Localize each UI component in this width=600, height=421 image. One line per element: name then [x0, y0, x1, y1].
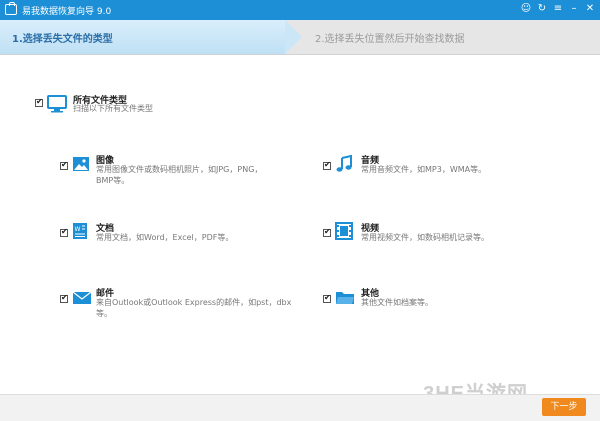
image-checkbox[interactable] [60, 160, 68, 170]
window-title: 易我数据恢复向导 9.0 [22, 7, 112, 17]
title-bar: 易我数据恢复向导 9.0 ☺ ↻ ≡ – ✕ [0, 0, 600, 20]
bottom-bar: 下一步 [0, 394, 600, 421]
step-1-label: 1.选择丢失文件的类型 [12, 34, 113, 45]
document-desc: 常用文档，如Word，Excel，PDF等。 [96, 233, 234, 242]
mail-desc-line1: 来自Outlook或Outlook Express的邮件，如pst，dbx [96, 298, 292, 307]
audio-desc: 常用音频文件，如MP3，WMA等。 [361, 165, 487, 174]
image-desc: 常用图像文件或数码相机照片，如JPG，PNG， BMP等。 [96, 164, 262, 186]
audio-checkbox[interactable] [323, 160, 331, 170]
step-1: 1.选择丢失文件的类型 [0, 20, 285, 54]
file-type-panel: 所有文件类型 扫描以下所有文件类型 图像 常用图像文件或数码相机照片，如JPG，… [0, 55, 600, 395]
envelope-icon [72, 291, 92, 304]
step-arrow [285, 20, 302, 54]
next-button[interactable]: 下一步 [542, 398, 586, 416]
film-icon [335, 222, 353, 240]
video-desc: 常用视频文件，如数码相机记录等。 [361, 233, 489, 242]
image-icon [73, 157, 89, 171]
image-desc-line2: BMP等。 [96, 176, 130, 185]
image-desc-line1: 常用图像文件或数码相机照片，如JPG，PNG， [96, 165, 263, 174]
all-types-desc: 扫描以下所有文件类型 [73, 104, 153, 113]
minimize-icon[interactable]: – [568, 2, 580, 16]
music-note-icon [336, 155, 352, 172]
mail-desc: 来自Outlook或Outlook Express的邮件，如pst，dbx 等。 [96, 297, 291, 319]
step-bar: 1.选择丢失文件的类型 2.选择丢失位置然后开始查找数据 [0, 20, 600, 55]
close-icon[interactable]: ✕ [584, 2, 596, 16]
all-types-checkbox[interactable] [35, 97, 43, 107]
mail-checkbox[interactable] [60, 293, 68, 303]
account-icon[interactable]: ☺ [520, 2, 532, 16]
step-2-label: 2.选择丢失位置然后开始查找数据 [315, 34, 465, 45]
app-lock-icon [5, 2, 17, 15]
document-icon: W [73, 223, 87, 239]
other-desc: 其他文件如档案等。 [361, 298, 433, 307]
folder-icon [336, 292, 354, 304]
video-checkbox[interactable] [323, 227, 331, 237]
other-checkbox[interactable] [323, 293, 331, 303]
svg-text:W: W [75, 226, 81, 233]
monitor-icon [47, 95, 67, 113]
menu-icon[interactable]: ≡ [552, 2, 564, 16]
mail-desc-line2: 等。 [96, 309, 112, 318]
refresh-icon[interactable]: ↻ [536, 2, 548, 16]
document-checkbox[interactable] [60, 227, 68, 237]
